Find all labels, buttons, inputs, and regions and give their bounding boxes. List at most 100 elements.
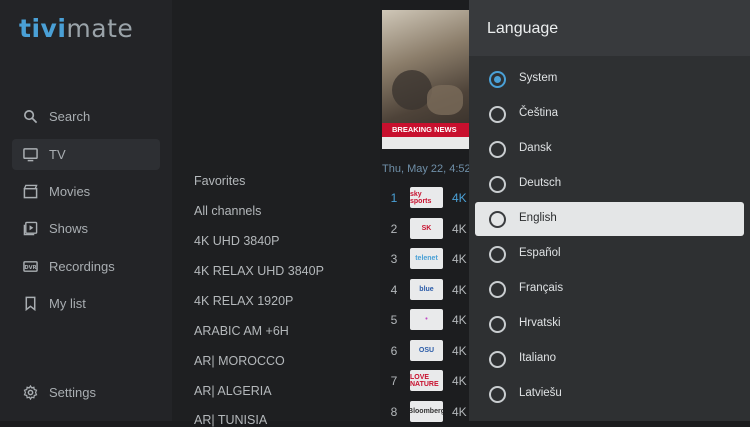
language-option-italiano[interactable]: Italiano [475,342,744,376]
preview-figure [427,85,463,115]
option-label: Hrvatski [519,317,561,329]
nav-item-settings[interactable]: Settings [12,377,160,408]
channel-number: 4 [390,282,398,297]
group-item[interactable]: AR| MOROCCO [194,354,285,368]
nav-item-tv[interactable]: TV [12,139,160,170]
channel-logo: OSU [410,339,443,361]
channel-logo: • [410,309,443,330]
channel-logo: blue [410,278,443,300]
dialog-header: Language [469,0,750,56]
language-option-hrvatski[interactable]: Hrvatski [475,307,744,341]
epg-date: Thu, May 22, 4:52 [382,163,471,175]
gear-icon [22,385,38,401]
radio-icon [489,211,506,228]
channel-row[interactable]: 2 SK 4K [380,216,475,242]
breaking-news-banner: BREAKING NEWS [382,123,474,137]
preview-figure [392,70,432,110]
group-item[interactable]: Favorites [194,174,245,188]
nav-item-movies[interactable]: Movies [12,176,160,207]
language-option-francais[interactable]: Français [475,272,744,306]
radio-icon [489,106,506,123]
navigation-rail: tivimate Search TV Movies Shows DVR Reco… [0,0,172,421]
option-label: Dansk [519,142,552,154]
channel-name: 4K [452,404,467,419]
nav-item-label: Recordings [49,259,115,274]
option-label: Latviešu [519,387,562,399]
option-label: Deutsch [519,177,562,189]
radio-icon [489,141,506,158]
channel-name: 4K [452,221,467,236]
app-logo: tivimate [19,14,133,43]
search-icon [22,109,38,125]
option-label: Čeština [519,107,558,119]
channel-logo: SK [410,217,443,239]
language-option-dansk[interactable]: Dansk [475,132,744,166]
channel-name: 4K [452,282,467,297]
language-dialog: Language System Čeština Dansk Deutsch En… [469,0,750,421]
video-preview[interactable]: BREAKING NEWS [382,10,474,149]
shows-icon [22,221,38,237]
radio-icon [489,386,506,403]
nav-item-label: My list [49,296,86,311]
language-option-latviesu[interactable]: Latviešu [475,377,744,411]
dialog-title: Language [487,20,559,37]
nav-item-search[interactable]: Search [12,101,160,132]
group-item[interactable]: AR| ALGERIA [194,384,272,398]
nav-item-recordings[interactable]: DVR Recordings [12,251,160,282]
language-option-cestina[interactable]: Čeština [475,97,744,131]
nav-item-my-list[interactable]: My list [12,288,160,319]
radio-icon [489,351,506,368]
tv-icon [22,147,38,163]
channel-number: 1 [390,191,398,205]
channel-name: 4K [452,374,467,388]
logo-part-2: mate [66,14,134,43]
option-label: English [519,212,557,224]
nav-item-shows[interactable]: Shows [12,213,160,244]
language-option-espanol[interactable]: Español [475,237,744,271]
option-label: Español [519,247,561,259]
channel-number: 6 [390,343,398,358]
option-label: System [519,72,558,84]
group-item[interactable]: All channels [194,204,261,218]
language-option-deutsch[interactable]: Deutsch [475,167,744,201]
group-item[interactable]: 4K RELAX 1920P [194,294,293,308]
language-option-english[interactable]: English [475,202,744,236]
group-item[interactable]: ARABIC AM +6H [194,324,289,338]
channel-logo: LOVE NATURE [410,370,443,391]
channel-row[interactable]: 1 sky sports 4K [380,185,475,211]
svg-text:DVR: DVR [24,265,36,271]
radio-icon [489,316,506,333]
channel-number: 5 [390,313,398,327]
channel-name: 4K [452,313,467,327]
logo-part-1: tivi [19,14,67,43]
radio-icon [489,176,506,193]
movie-icon [22,184,38,200]
channel-row[interactable]: 7 LOVE NATURE 4K [380,368,475,394]
channel-number: 2 [390,221,398,236]
nav-item-label: Movies [49,184,91,199]
radio-selected-icon [489,71,506,88]
channel-name: 4K [452,191,467,205]
option-label: Français [519,282,564,294]
channel-row[interactable]: 6 OSU 4K [380,338,475,364]
group-item[interactable]: 4K RELAX UHD 3840P [194,264,324,278]
channel-logo: sky sports [410,187,443,208]
nav-item-label: TV [49,147,66,162]
channel-row[interactable]: 3 telenet 4K [380,246,475,272]
channel-logo: telenet [410,248,443,269]
channel-row[interactable]: 5 • 4K [380,307,475,333]
group-item[interactable]: 4K UHD 3840P [194,234,279,248]
recordings-icon: DVR [22,259,38,275]
channel-groups: Favorites All channels 4K UHD 3840P 4K R… [172,0,380,427]
channel-number: 7 [390,374,398,388]
channel-logo: Bloomberg [410,400,443,422]
radio-icon [489,246,506,263]
language-option-system[interactable]: System [475,62,744,96]
channel-number: 3 [390,252,398,266]
bookmark-icon [22,296,38,312]
news-ticker [382,137,474,149]
channel-row[interactable]: 4 blue 4K [380,277,475,303]
channel-name: 4K [452,252,467,266]
nav-item-label: Search [49,109,91,124]
group-item[interactable]: AR| TUNISIA [194,413,267,427]
